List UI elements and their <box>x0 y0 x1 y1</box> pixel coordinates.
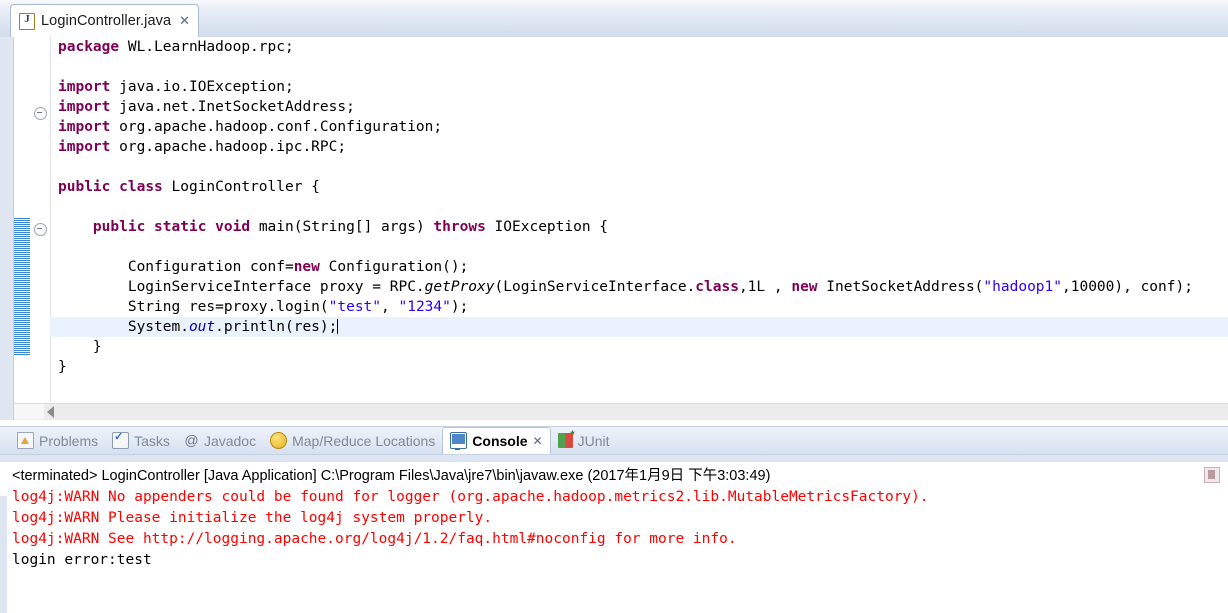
view-tab-label: Console <box>472 432 528 449</box>
junit-icon <box>557 429 575 448</box>
chevron-left-icon[interactable] <box>47 406 54 418</box>
view-tab-map-reduce-locations[interactable]: Map/Reduce Locations <box>263 427 442 454</box>
code-line-2[interactable] <box>50 57 1228 77</box>
fold-marker-imports[interactable] <box>34 107 47 120</box>
console-scroll-marker[interactable] <box>1204 467 1220 483</box>
console-view[interactable]: <terminated> LoginController [Java Appli… <box>0 454 1228 613</box>
editor-folding-ruler[interactable] <box>31 37 51 402</box>
code-line-1[interactable]: package WL.LearnHadoop.rpc; <box>50 37 1228 57</box>
code-line-3[interactable]: import java.io.IOException; <box>50 77 1228 97</box>
code-line-5[interactable]: import org.apache.hadoop.conf.Configurat… <box>50 117 1228 137</box>
code-line-7[interactable] <box>50 157 1228 177</box>
console-output-line-1: log4j:WARN No appenders could be found f… <box>12 489 929 505</box>
code-line-17[interactable]: } <box>50 357 1228 377</box>
code-line-13[interactable]: LoginServiceInterface proxy = RPC.getPro… <box>50 277 1228 297</box>
view-tab-problems[interactable]: Problems <box>10 427 105 454</box>
view-tab-label: JUnit <box>577 432 610 449</box>
code-text[interactable]: package WL.LearnHadoop.rpc; import java.… <box>50 37 1228 402</box>
code-line-14[interactable]: String res=proxy.login("test", "1234"); <box>50 297 1228 317</box>
view-tab-label: Map/Reduce Locations <box>292 432 436 449</box>
console-output-line-4: login error:test <box>12 552 152 568</box>
console-output-line-3: log4j:WARN See http://logging.apache.org… <box>12 531 737 547</box>
close-icon[interactable]: ✕ <box>533 434 543 448</box>
java-editor-area: LoginController.java ✕ package WL.LearnH… <box>0 0 1228 421</box>
close-icon[interactable]: ✕ <box>179 15 190 28</box>
editor-marker-bar[interactable] <box>0 37 14 420</box>
code-line-16[interactable]: } <box>50 337 1228 357</box>
code-line-4[interactable]: import java.net.InetSocketAddress; <box>50 97 1228 117</box>
view-tab-label: Tasks <box>134 432 170 449</box>
code-line-15[interactable]: System.out.println(res); <box>50 317 1228 337</box>
editor-change-bar <box>14 218 30 355</box>
javadoc-icon: @ <box>184 432 199 448</box>
code-line-10[interactable]: public static void main(String[] args) t… <box>50 217 1228 237</box>
view-tab-label: Javadoc <box>203 432 257 449</box>
editor-canvas[interactable]: package WL.LearnHadoop.rpc; import java.… <box>0 37 1228 421</box>
fold-marker-main-method[interactable] <box>34 223 47 236</box>
view-tab-strip: Problems Tasks @Javadoc Map/Reduce Location… <box>0 426 1228 455</box>
console-output-line-2: log4j:WARN Please initialize the log4j s… <box>12 510 493 526</box>
console-status-line: <terminated> LoginController [Java Appli… <box>12 468 771 484</box>
view-tab-junit[interactable]: JUnit <box>551 427 617 454</box>
view-tab-label: Problems <box>39 432 99 449</box>
console-icon <box>450 432 468 450</box>
panel-left-edge <box>0 496 7 613</box>
bottom-view-panel: Problems Tasks @Javadoc Map/Reduce Location… <box>0 420 1228 613</box>
mapreduce-icon <box>270 432 288 449</box>
code-line-6[interactable]: import org.apache.hadoop.ipc.RPC; <box>50 137 1228 157</box>
editor-tab-label: LoginController.java <box>41 13 172 29</box>
problems-icon <box>17 432 34 449</box>
code-line-11[interactable] <box>50 237 1228 257</box>
code-line-12[interactable]: Configuration conf=new Configuration(); <box>50 257 1228 277</box>
view-tab-tasks[interactable]: Tasks <box>105 427 177 454</box>
code-line-8[interactable]: public class LoginController { <box>50 177 1228 197</box>
view-tab-javadoc[interactable]: @ Javadoc <box>177 427 263 454</box>
console-output: log4j:WARN No appenders could be found f… <box>12 487 929 571</box>
scrollbar-thumb[interactable] <box>14 404 44 419</box>
code-line-9[interactable] <box>50 197 1228 217</box>
editor-tab-strip: LoginController.java ✕ <box>0 0 1228 38</box>
editor-horizontal-scrollbar[interactable] <box>14 403 1228 420</box>
editor-tab-logincontroller[interactable]: LoginController.java ✕ <box>10 4 200 37</box>
tasks-icon <box>112 430 130 449</box>
java-file-icon <box>19 12 35 30</box>
view-tab-console[interactable]: Console ✕ <box>442 426 551 455</box>
